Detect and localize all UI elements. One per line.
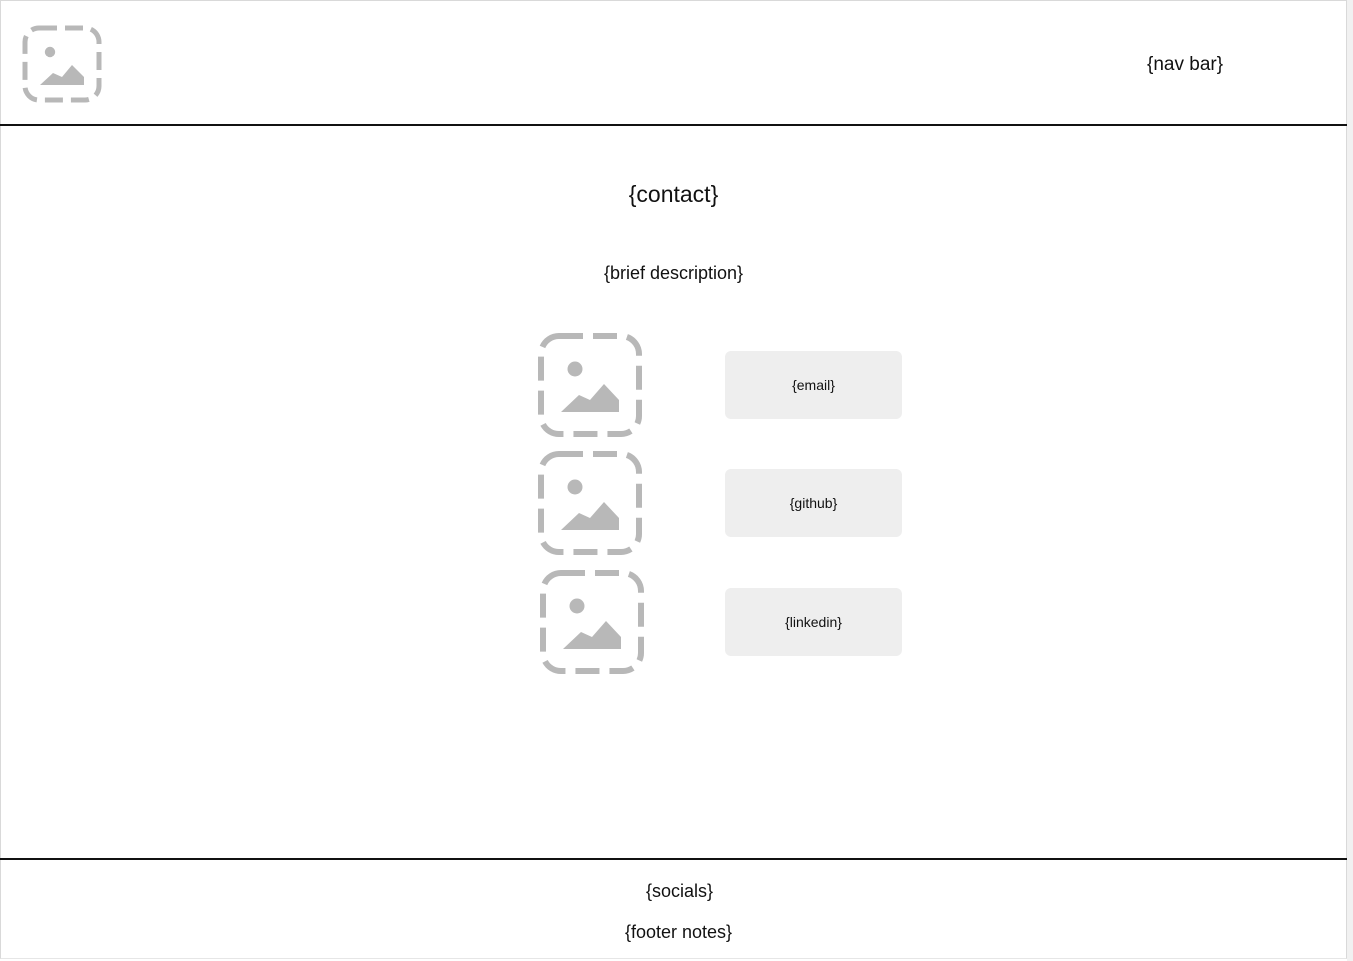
github-button[interactable]: {github} — [725, 469, 902, 537]
brief-description: {brief description} — [0, 262, 1347, 284]
site-footer — [0, 858, 1347, 959]
linkedin-button[interactable]: {linkedin} — [725, 588, 902, 656]
linkedin-image-placeholder-icon — [540, 570, 644, 674]
page-title-text: {contact} — [628, 181, 719, 207]
logo-placeholder-icon[interactable] — [22, 25, 102, 103]
page-title: {contact} — [0, 179, 1347, 209]
window-edge — [1347, 0, 1353, 961]
socials: {socials} — [0, 880, 1347, 902]
email-button[interactable]: {email} — [725, 351, 902, 419]
page-frame — [0, 0, 1347, 959]
footer-notes: {footer notes} — [0, 921, 1347, 943]
brief-description-text: {brief description} — [603, 263, 744, 283]
socials-text[interactable]: {socials} — [646, 881, 713, 901]
site-header: {nav bar} — [0, 0, 1347, 126]
email-image-placeholder-icon — [538, 333, 642, 437]
nav-bar[interactable]: {nav bar} — [1147, 54, 1223, 76]
github-image-placeholder-icon — [538, 451, 642, 555]
footer-notes-text: {footer notes} — [624, 922, 733, 942]
